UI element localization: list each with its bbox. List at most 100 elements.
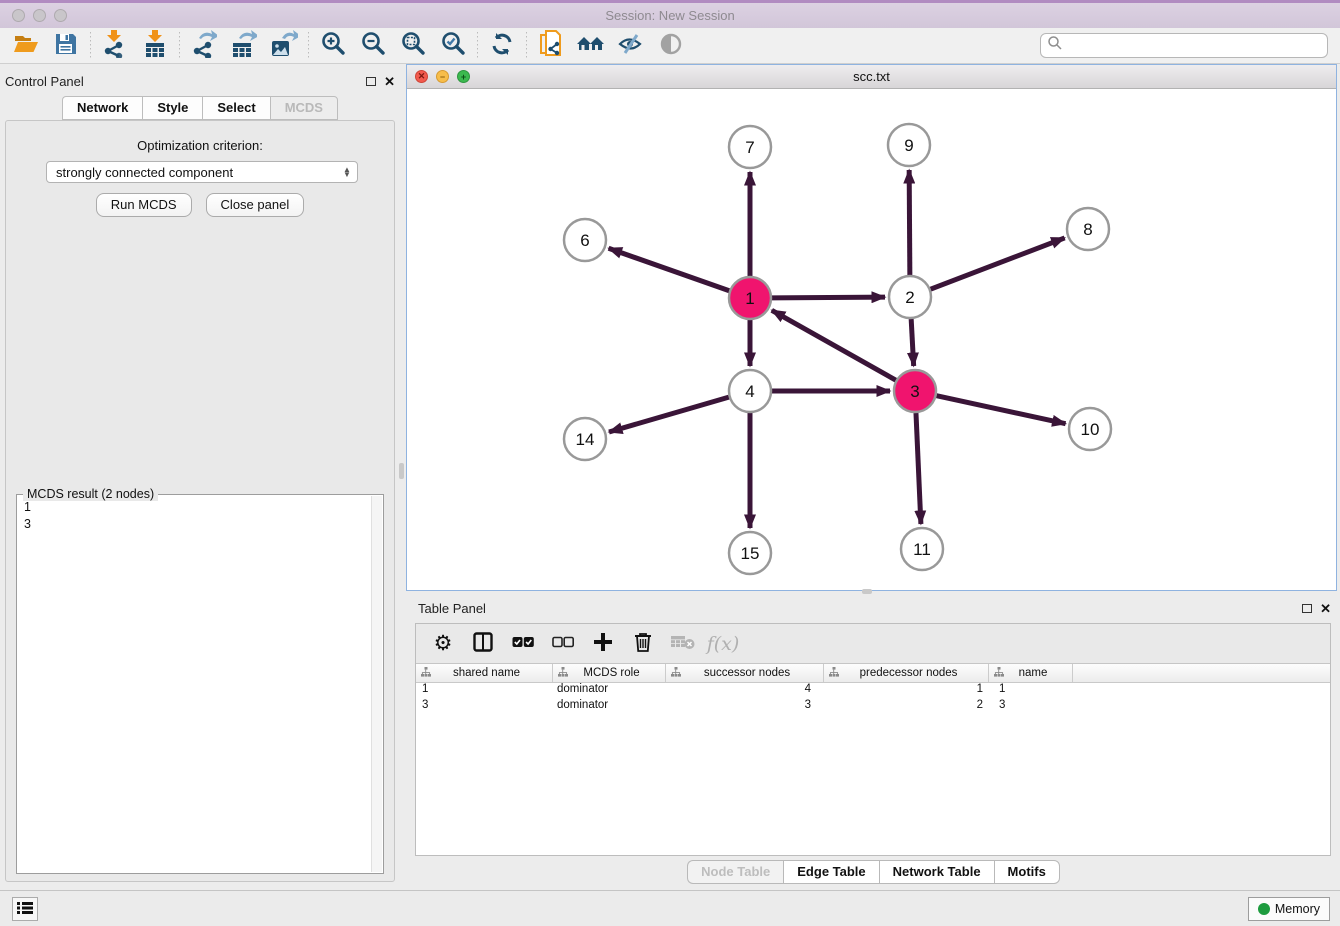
search-input[interactable] <box>1063 38 1327 53</box>
search-field[interactable] <box>1040 33 1328 58</box>
memory-button[interactable]: Memory <box>1248 897 1330 921</box>
result-scrollbar[interactable] <box>371 496 382 872</box>
open-session-button[interactable] <box>6 31 46 61</box>
vertical-splitter-handle[interactable] <box>399 463 404 479</box>
node-4[interactable]: 4 <box>729 370 771 412</box>
column-header-successor-nodes[interactable]: successor nodes <box>666 664 824 682</box>
export-image-button[interactable] <box>264 31 304 61</box>
show-eye-button[interactable] <box>651 31 691 61</box>
tab-mcds[interactable]: MCDS <box>270 96 338 120</box>
edge-1-6[interactable] <box>609 248 730 290</box>
memory-label: Memory <box>1275 902 1320 916</box>
zoom-in-icon <box>320 31 346 60</box>
edge-2-3[interactable] <box>911 319 914 366</box>
task-history-button[interactable] <box>12 897 38 921</box>
table-cell[interactable]: dominator <box>553 683 666 699</box>
edge-1-2[interactable] <box>772 297 885 298</box>
mcds-result-list[interactable]: 1 3 <box>18 499 371 872</box>
node-3[interactable]: 3 <box>894 370 936 412</box>
edge-2-9[interactable] <box>909 170 910 275</box>
edge-3-10[interactable] <box>936 396 1065 424</box>
table-settings-button[interactable]: ⚙ <box>426 628 460 660</box>
tab-node-table[interactable]: Node Table <box>687 860 783 884</box>
import-network-button[interactable] <box>95 31 135 61</box>
zoom-fit-button[interactable] <box>393 31 433 61</box>
network-view-window: ✕ − + scc.txt 7 9 6 8 1 2 4 3 14 10 15 11 <box>406 64 1337 591</box>
table-cell[interactable]: 4 <box>666 683 824 699</box>
delete-table-button[interactable] <box>666 628 700 660</box>
export-network-button[interactable] <box>184 31 224 61</box>
zoom-out-icon <box>360 31 386 60</box>
horizontal-splitter-handle[interactable] <box>862 589 872 594</box>
maximize-network-icon[interactable]: + <box>457 70 470 83</box>
table-row[interactable]: 1dominator411 <box>416 683 1330 699</box>
table-header-row[interactable]: shared nameMCDS rolesuccessor nodesprede… <box>416 664 1330 683</box>
tab-network-table[interactable]: Network Table <box>879 860 994 884</box>
tab-edge-table[interactable]: Edge Table <box>783 860 878 884</box>
column-header-name[interactable]: name <box>989 664 1073 682</box>
optimization-criterion-select[interactable]: strongly connected component ▲▼ <box>46 161 358 183</box>
float-panel-icon[interactable] <box>366 77 376 86</box>
node-1[interactable]: 1 <box>729 277 771 319</box>
table-cell[interactable]: 3 <box>666 699 824 715</box>
tab-network[interactable]: Network <box>62 96 142 120</box>
node-9[interactable]: 9 <box>888 124 930 166</box>
refresh-icon <box>490 32 514 59</box>
node-6[interactable]: 6 <box>564 219 606 261</box>
export-table-button[interactable] <box>224 31 264 61</box>
table-cell[interactable]: 1 <box>824 683 989 699</box>
table-cell[interactable]: 2 <box>824 699 989 715</box>
control-panel: Control Panel ✕ Network Style Select MCD… <box>5 70 395 885</box>
select-all-columns-button[interactable] <box>506 628 540 660</box>
run-mcds-button[interactable]: Run MCDS <box>96 193 192 217</box>
function-builder-button[interactable]: f(x) <box>706 628 740 660</box>
delete-column-button[interactable] <box>626 628 660 660</box>
refresh-layout-button[interactable] <box>482 31 522 61</box>
close-network-icon[interactable]: ✕ <box>415 70 428 83</box>
export-image-icon <box>270 30 298 61</box>
table-cell[interactable]: 3 <box>416 699 553 715</box>
node-14[interactable]: 14 <box>564 418 606 460</box>
float-table-panel-icon[interactable] <box>1302 604 1312 613</box>
table-cell[interactable]: 1 <box>416 683 553 699</box>
home-view-button[interactable] <box>571 31 611 61</box>
node-11[interactable]: 11 <box>901 528 943 570</box>
edge-2-8[interactable] <box>931 238 1065 289</box>
add-column-button[interactable] <box>586 628 620 660</box>
column-header-MCDS-role[interactable]: MCDS role <box>553 664 666 682</box>
tab-select[interactable]: Select <box>202 96 269 120</box>
network-window-titlebar[interactable]: ✕ − + scc.txt <box>407 65 1336 89</box>
tab-motifs[interactable]: Motifs <box>994 860 1060 884</box>
node-7[interactable]: 7 <box>729 126 771 168</box>
column-header-predecessor-nodes[interactable]: predecessor nodes <box>824 664 989 682</box>
table-cell[interactable]: 3 <box>989 699 1073 715</box>
export-network-icon <box>191 30 217 61</box>
table-row[interactable]: 3dominator323 <box>416 699 1330 715</box>
deselect-all-columns-button[interactable] <box>546 628 580 660</box>
zoom-selected-button[interactable] <box>433 31 473 61</box>
tab-style[interactable]: Style <box>142 96 202 120</box>
edge-3-11[interactable] <box>916 413 921 524</box>
edge-4-14[interactable] <box>609 397 729 432</box>
save-session-button[interactable] <box>46 31 86 61</box>
edge-3-1[interactable] <box>772 310 896 380</box>
node-8[interactable]: 8 <box>1067 208 1109 250</box>
clone-network-button[interactable] <box>531 31 571 61</box>
close-panel-icon[interactable]: ✕ <box>384 75 395 88</box>
import-network-icon <box>102 30 128 61</box>
close-table-panel-icon[interactable]: ✕ <box>1320 602 1331 615</box>
node-10[interactable]: 10 <box>1069 408 1111 450</box>
zoom-in-button[interactable] <box>313 31 353 61</box>
toggle-panes-button[interactable] <box>466 628 500 660</box>
node-2[interactable]: 2 <box>889 276 931 318</box>
network-graph-canvas[interactable]: 7 9 6 8 1 2 4 3 14 10 15 11 <box>407 89 1336 590</box>
import-table-button[interactable] <box>135 31 175 61</box>
close-panel-button[interactable]: Close panel <box>206 193 305 217</box>
node-15[interactable]: 15 <box>729 532 771 574</box>
table-cell[interactable]: 1 <box>989 683 1073 699</box>
zoom-out-button[interactable] <box>353 31 393 61</box>
table-cell[interactable]: dominator <box>553 699 666 715</box>
column-header-shared-name[interactable]: shared name <box>416 664 553 682</box>
minimize-network-icon[interactable]: − <box>436 70 449 83</box>
hide-eye-button[interactable] <box>611 31 651 61</box>
